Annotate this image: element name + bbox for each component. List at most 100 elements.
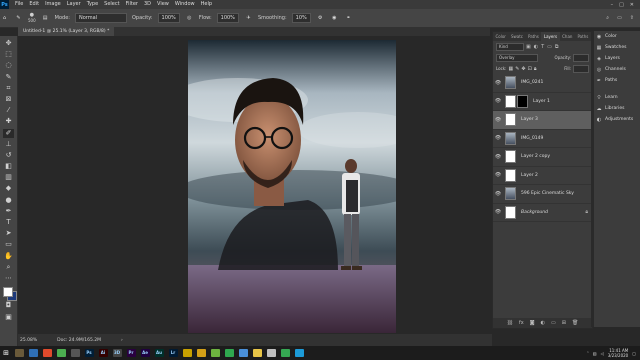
gradient-tool-icon[interactable]: ▥	[3, 173, 14, 182]
tab-paths[interactable]: Paths	[525, 32, 541, 41]
taskbar-app-icon[interactable]	[250, 347, 264, 359]
menu-help[interactable]: Help	[198, 0, 215, 9]
zoom-level[interactable]: 25.08%	[20, 338, 37, 343]
home-icon[interactable]: ⌂	[0, 14, 9, 23]
taskbar-app-icon[interactable]: Au	[152, 347, 166, 359]
brush-settings-icon[interactable]: ▤	[41, 14, 50, 23]
healing-brush-tool-icon[interactable]: ✚	[3, 117, 14, 126]
delete-layer-icon[interactable]: 🗑︎	[572, 320, 578, 326]
clone-stamp-tool-icon[interactable]: ⊥	[3, 140, 14, 149]
panel-paths[interactable]: ✒ Paths	[594, 75, 640, 86]
maximize-icon[interactable]: □	[619, 2, 624, 8]
lock-paint-icon[interactable]: ✎	[515, 66, 519, 72]
taskbar-app-icon[interactable]	[12, 347, 26, 359]
layer-row[interactable]: 👁︎ IMG_0241	[493, 74, 592, 93]
panel-layers[interactable]: ◈ Layers	[594, 53, 640, 64]
taskbar-app-icon[interactable]	[180, 347, 194, 359]
new-group-icon[interactable]: ▭	[551, 320, 556, 326]
tab-swatches[interactable]: Swatc	[508, 32, 525, 41]
layer-name[interactable]: 596 Epic Cinematic Sky	[521, 191, 574, 196]
layer-name[interactable]: Layer 3	[521, 117, 538, 122]
layer-name[interactable]: Background	[521, 210, 548, 215]
smoothing-field[interactable]: 10%	[291, 13, 311, 23]
taskbar-app-icon[interactable]	[208, 347, 222, 359]
color-swatches[interactable]	[2, 287, 17, 302]
filter-shape-icon[interactable]: ▭	[547, 44, 552, 50]
menu-window[interactable]: Window	[172, 0, 198, 9]
shape-tool-icon[interactable]: ▭	[3, 240, 14, 249]
visibility-eye-icon[interactable]: 👁︎	[493, 80, 503, 86]
panel-libraries[interactable]: ☁ Libraries	[594, 103, 640, 114]
taskbar-app-icon[interactable]: 3D	[110, 347, 124, 359]
brush-tool-icon[interactable]: ✐	[3, 128, 14, 138]
menu-file[interactable]: File	[12, 0, 26, 9]
foreground-color-swatch[interactable]	[2, 287, 13, 298]
quick-select-tool-icon[interactable]: ✎	[3, 73, 14, 82]
brush-preset-picker[interactable]: ● 500	[28, 13, 36, 24]
close-icon[interactable]: ✕	[630, 2, 634, 8]
layer-row[interactable]: 👁︎ Layer 3	[493, 111, 592, 130]
layer-thumbnail[interactable]	[505, 76, 516, 90]
layer-thumbnail[interactable]	[505, 150, 516, 164]
notifications-icon[interactable]: ▢	[632, 351, 636, 356]
taskbar-app-icon[interactable]	[264, 347, 278, 359]
taskbar-app-icon[interactable]	[68, 347, 82, 359]
status-arrow-icon[interactable]: ›	[121, 338, 123, 343]
filter-type-icon[interactable]: T	[541, 44, 544, 50]
mode-dropdown[interactable]: Normal	[74, 13, 127, 23]
tab-channels[interactable]: Chan	[560, 32, 575, 41]
taskbar-app-icon[interactable]: Ai	[96, 347, 110, 359]
quick-mask-icon[interactable]: ◘	[3, 301, 14, 310]
taskbar-app-icon[interactable]	[292, 347, 306, 359]
tab-paths-2[interactable]: Paths	[575, 32, 591, 41]
clock[interactable]: 11:41 AM 3/23/2020	[608, 348, 629, 358]
layer-thumbnail[interactable]	[505, 113, 516, 127]
panel-color[interactable]: ◉ Color	[594, 31, 640, 42]
screen-mode-icon[interactable]: ▣	[3, 313, 14, 322]
tab-layers[interactable]: Layers	[541, 32, 560, 41]
menu-filter[interactable]: Filter	[123, 0, 141, 9]
panel-channels[interactable]: ◎ Channels	[594, 64, 640, 75]
visibility-eye-icon[interactable]: 👁︎	[493, 172, 503, 178]
airbrush-icon[interactable]: ✈	[244, 14, 253, 23]
windows-start-icon[interactable]: ⊞	[0, 349, 12, 357]
filter-pixel-icon[interactable]: ▣	[526, 44, 531, 50]
pen-tool-icon[interactable]: ✒	[3, 207, 14, 216]
gear-icon[interactable]: ⚙	[316, 14, 325, 23]
opacity-field[interactable]: 100%	[157, 13, 180, 23]
visibility-eye-icon[interactable]: 👁︎	[493, 209, 503, 215]
eyedropper-tool-icon[interactable]: ⁄	[3, 106, 14, 115]
pressure-size-icon[interactable]: ◉	[330, 14, 339, 23]
layer-row[interactable]: 👁︎ Layer 1	[493, 93, 592, 111]
lasso-tool-icon[interactable]: ◌	[3, 61, 14, 70]
menu-image[interactable]: Image	[42, 0, 64, 9]
document-size[interactable]: Doc: 24.9M/165.2M	[57, 338, 101, 343]
tab-color[interactable]: Color	[493, 32, 508, 41]
layer-thumbnail[interactable]	[505, 187, 516, 201]
layer-thumbnail[interactable]	[505, 205, 516, 219]
filter-adjustment-icon[interactable]: ◐	[534, 44, 538, 50]
layer-row[interactable]: 👁︎ Layer 2 copy	[493, 148, 592, 167]
layer-thumbnail[interactable]	[505, 94, 516, 108]
blur-tool-icon[interactable]: ◆	[3, 184, 14, 193]
taskbar-app-icon[interactable]	[222, 347, 236, 359]
layer-row[interactable]: 👁︎ IMG_0149	[493, 130, 592, 148]
lock-transparent-icon[interactable]: ▦	[508, 66, 513, 72]
brush-tool-icon[interactable]: ✎	[14, 14, 23, 23]
panel-learn[interactable]: 💡︎ Learn	[594, 92, 640, 103]
layer-name[interactable]: Layer 2 copy	[521, 154, 550, 159]
layer-name[interactable]: IMG_0149	[521, 136, 543, 141]
flow-field[interactable]: 100%	[216, 13, 239, 23]
filter-kind-dropdown[interactable]: Kind	[496, 42, 524, 51]
pressure-opacity-icon[interactable]: ◎	[185, 14, 194, 23]
taskbar-app-icon[interactable]	[278, 347, 292, 359]
link-layers-icon[interactable]: ⛓	[507, 320, 513, 326]
taskbar-app-icon[interactable]: Ae	[138, 347, 152, 359]
dodge-tool-icon[interactable]: ●	[3, 196, 14, 205]
taskbar-app-icon[interactable]: Ps	[82, 347, 96, 359]
layer-row[interactable]: 👁︎ Layer 2	[493, 167, 592, 185]
layer-thumbnail[interactable]	[505, 168, 516, 182]
blend-mode-dropdown[interactable]: Overlay	[496, 53, 538, 62]
panel-swatches[interactable]: ▦ Swatches	[594, 42, 640, 53]
type-tool-icon[interactable]: T	[3, 218, 14, 227]
